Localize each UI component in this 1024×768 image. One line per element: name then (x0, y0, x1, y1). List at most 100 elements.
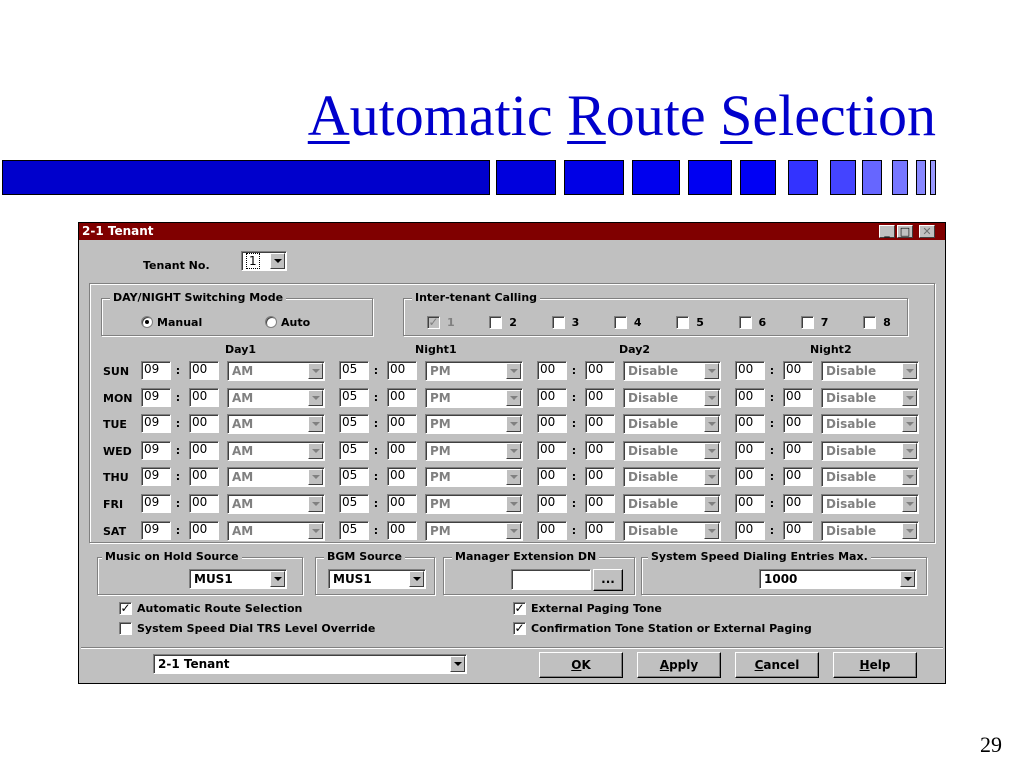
minute-field[interactable]: 00 (783, 520, 813, 540)
moh-select[interactable]: MUS1 (189, 569, 287, 589)
period-select[interactable]: Disable (821, 440, 919, 461)
hour-field[interactable]: 00 (537, 494, 567, 513)
minute-field[interactable]: 00 (387, 440, 417, 460)
minute-field[interactable]: 00 (387, 520, 417, 540)
period-select[interactable]: Disable (821, 494, 919, 514)
minute-field[interactable]: 00 (585, 361, 615, 380)
chevron-down-icon[interactable] (902, 416, 917, 433)
minute-field[interactable]: 00 (585, 387, 615, 407)
intertenant-checkbox-7[interactable] (800, 316, 814, 329)
chevron-down-icon[interactable] (902, 522, 917, 539)
manager-browse-button[interactable]: ... (593, 569, 623, 591)
minute-field[interactable]: 00 (387, 414, 417, 434)
chevron-down-icon[interactable] (308, 363, 323, 379)
hour-field[interactable]: 00 (537, 467, 567, 487)
period-select[interactable]: AM (227, 520, 325, 541)
hour-field[interactable]: 05 (339, 440, 369, 460)
minute-field[interactable]: 00 (783, 467, 813, 487)
minute-field[interactable]: 00 (783, 387, 813, 407)
chevron-down-icon[interactable] (506, 496, 521, 512)
chevron-down-icon[interactable] (506, 469, 521, 486)
chevron-down-icon[interactable] (308, 389, 323, 406)
chevron-down-icon[interactable] (902, 442, 917, 459)
period-select[interactable]: AM (227, 467, 325, 488)
hour-field[interactable]: 09 (141, 494, 171, 513)
hour-field[interactable]: 00 (735, 361, 765, 380)
minute-field[interactable]: 00 (189, 467, 219, 487)
chevron-down-icon[interactable] (704, 363, 719, 379)
help-button[interactable]: Help (833, 652, 917, 678)
period-select[interactable]: Disable (821, 467, 919, 488)
minute-field[interactable]: 00 (189, 520, 219, 540)
minute-field[interactable]: 00 (783, 361, 813, 380)
chevron-down-icon[interactable] (270, 253, 285, 269)
chevron-down-icon[interactable] (704, 522, 719, 539)
minute-field[interactable]: 00 (189, 440, 219, 460)
chevron-down-icon[interactable] (506, 442, 521, 459)
minute-field[interactable]: 00 (387, 387, 417, 407)
minute-field[interactable]: 00 (585, 414, 615, 434)
option-checkbox[interactable]: ✓ (513, 602, 526, 615)
manager-extension-input[interactable] (511, 569, 591, 590)
chevron-down-icon[interactable] (308, 416, 323, 433)
period-select[interactable]: PM (425, 520, 523, 541)
option-checkbox[interactable]: ✓ (513, 622, 526, 635)
tenant-no-select[interactable]: 1 (241, 251, 287, 271)
chevron-down-icon[interactable] (506, 416, 521, 433)
ok-button[interactable]: OK (539, 652, 623, 678)
period-select[interactable]: Disable (821, 414, 919, 435)
hour-field[interactable]: 05 (339, 520, 369, 540)
period-select[interactable]: Disable (821, 361, 919, 381)
chevron-down-icon[interactable] (506, 389, 521, 406)
option-checkbox[interactable]: ✓ (119, 602, 132, 615)
intertenant-checkbox-2[interactable] (489, 316, 503, 329)
intertenant-checkbox-3[interactable] (551, 316, 565, 329)
chevron-down-icon[interactable] (409, 571, 424, 587)
chevron-down-icon[interactable] (902, 363, 917, 379)
chevron-down-icon[interactable] (704, 416, 719, 433)
hour-field[interactable]: 00 (537, 520, 567, 540)
minute-field[interactable]: 00 (387, 467, 417, 487)
period-select[interactable]: PM (425, 387, 523, 408)
hour-field[interactable]: 09 (141, 520, 171, 540)
hour-field[interactable]: 05 (339, 467, 369, 487)
period-select[interactable]: PM (425, 467, 523, 488)
minimize-icon[interactable]: _ (879, 225, 895, 238)
intertenant-checkbox-6[interactable] (738, 316, 752, 329)
minute-field[interactable]: 00 (189, 361, 219, 380)
chevron-down-icon[interactable] (506, 363, 521, 379)
period-select[interactable]: Disable (623, 520, 721, 541)
minute-field[interactable]: 00 (387, 361, 417, 380)
hour-field[interactable]: 00 (537, 361, 567, 380)
chevron-down-icon[interactable] (704, 469, 719, 486)
period-select[interactable]: Disable (623, 494, 721, 514)
period-select[interactable]: AM (227, 361, 325, 381)
intertenant-checkbox-8[interactable] (863, 316, 877, 329)
period-select[interactable]: PM (425, 494, 523, 514)
maximize-icon[interactable]: □ (897, 225, 913, 238)
hour-field[interactable]: 00 (735, 414, 765, 434)
period-select[interactable]: Disable (623, 387, 721, 408)
nav-select[interactable]: 2-1 Tenant (153, 654, 467, 674)
hour-field[interactable]: 09 (141, 467, 171, 487)
option-checkbox[interactable] (119, 622, 132, 635)
minute-field[interactable]: 00 (585, 467, 615, 487)
period-select[interactable]: AM (227, 387, 325, 408)
minute-field[interactable]: 00 (387, 494, 417, 513)
period-select[interactable]: PM (425, 414, 523, 435)
hour-field[interactable]: 09 (141, 361, 171, 380)
speed-select[interactable]: 1000 (759, 569, 917, 589)
radio-auto[interactable] (265, 316, 277, 328)
hour-field[interactable]: 00 (735, 467, 765, 487)
chevron-down-icon[interactable] (270, 571, 285, 587)
chevron-down-icon[interactable] (308, 496, 323, 512)
minute-field[interactable]: 00 (783, 494, 813, 513)
cancel-button[interactable]: Cancel (735, 652, 819, 678)
minute-field[interactable]: 00 (189, 414, 219, 434)
period-select[interactable]: AM (227, 494, 325, 514)
chevron-down-icon[interactable] (902, 496, 917, 512)
period-select[interactable]: Disable (821, 520, 919, 541)
chevron-down-icon[interactable] (506, 522, 521, 539)
period-select[interactable]: AM (227, 440, 325, 461)
hour-field[interactable]: 00 (735, 520, 765, 540)
